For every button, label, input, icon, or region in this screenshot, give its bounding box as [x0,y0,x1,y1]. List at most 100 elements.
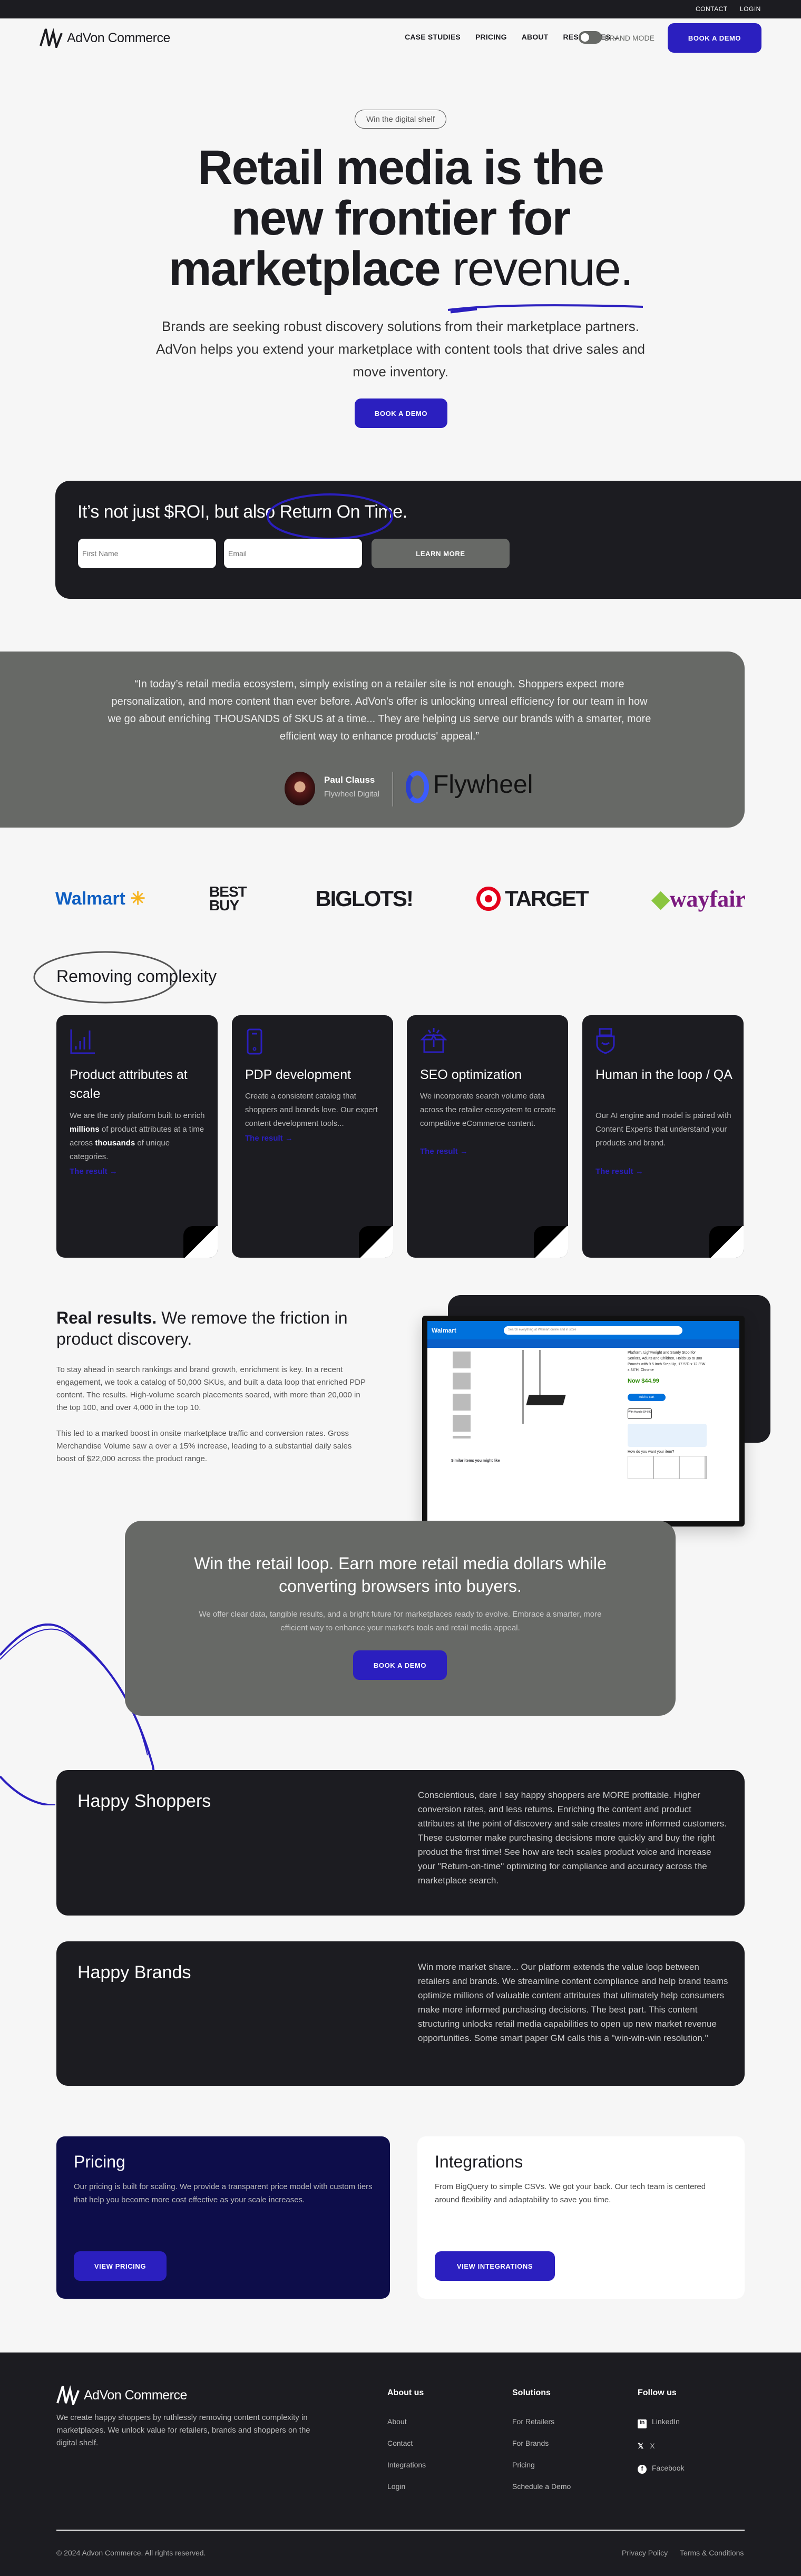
login-link[interactable]: LOGIN [740,5,761,13]
fulfillment-options [628,1456,707,1479]
complexity-title: Removing complexity [56,967,217,986]
brand-name: AdVon Commerce [67,30,170,45]
result-link[interactable]: The result → [245,1134,293,1143]
footer-column-title: Follow us [638,2388,677,2397]
loop-book-demo-button[interactable]: BOOK A DEMO [353,1650,447,1680]
view-integrations-button[interactable]: VIEW INTEGRATIONS [435,2251,555,2281]
footer-link-brands[interactable]: For Brands [512,2439,571,2447]
brand-logo[interactable]: AdVon Commerce [40,28,170,48]
footer-link-contact[interactable]: Contact [387,2439,426,2447]
walmart-header: Walmart Search everything at Walmart onl… [427,1321,739,1339]
nav-pricing[interactable]: PRICING [475,33,507,42]
feature-card: Human in the loop / QA Our AI engine and… [582,1015,744,1258]
main-nav: AdVon Commerce CASE STUDIES PRICING ABOU… [0,18,801,58]
happy-brands-card: Happy Brands Win more market share... Ou… [56,1941,745,2086]
product-price: Now $44.99 [628,1378,659,1384]
footer-link-pricing[interactable]: Pricing [512,2461,571,2469]
pricing-card: Pricing Our pricing is built for scaling… [56,2136,390,2299]
variant-option: With Handle $44.99 [628,1408,652,1419]
footer-logo[interactable]: AdVon Commerce [56,2385,187,2405]
footer-solutions-column: Solutions For Retailers For Brands Prici… [512,2388,571,2504]
terms-link[interactable]: Terms & Conditions [680,2549,744,2557]
card-body: We incorporate search volume data across… [420,1092,556,1128]
feature-card: SEO optimization We incorporate search v… [407,1015,568,1258]
footer-link-login[interactable]: Login [387,2482,426,2491]
card-body: We are the only platform built to enrich… [70,1109,207,1164]
author-company: Flywheel Digital [324,790,380,799]
thumbnail-strip [453,1352,471,1438]
hero-pill: Win the digital shelf [355,110,446,129]
footer-link-x[interactable]: 𝕏X [638,2442,684,2451]
footer-link-integrations[interactable]: Integrations [387,2461,426,2469]
retail-loop-title: Win the retail loop. Earn more retail me… [194,1554,607,1596]
nav-case-studies[interactable]: CASE STUDIES [405,33,461,42]
brand-mode-label: BRAND MODE [604,34,655,42]
pricing-title: Pricing [74,2152,125,2171]
circle-scribble [267,493,393,540]
link-label: LinkedIn [652,2417,680,2426]
footer-link-linkedin[interactable]: in LinkedIn [638,2417,684,2428]
page-curl [359,1226,393,1258]
page-curl [183,1226,218,1258]
avatar [285,772,315,805]
feature-card: PDP development Create a consistent cata… [232,1015,393,1258]
facebook-icon: f [638,2465,647,2474]
footer: AdVon Commerce We create happy shoppers … [0,2353,801,2576]
email-input[interactable] [224,539,362,568]
hero-book-demo-button[interactable]: BOOK A DEMO [355,398,447,428]
headline-line: marketplace revenue. [0,244,801,294]
advon-logo-icon [56,2385,80,2405]
card-body: Our AI engine and model is paired with C… [595,1111,731,1148]
privacy-link[interactable]: Privacy Policy [622,2549,668,2557]
similar-items-title: Similar items you might like [451,1459,500,1463]
first-name-input[interactable] [78,539,216,568]
target-bullseye-icon [476,887,501,911]
hero-headline: Retail media is the new frontier for mar… [0,142,801,294]
footer-link-facebook[interactable]: f Facebook [638,2464,684,2474]
add-to-cart-button: Add to cart [628,1394,666,1401]
results-paragraph: To stay ahead in search rankings and bra… [56,1365,366,1412]
footer-brand-name: AdVon Commerce [84,2387,187,2403]
headline-line: new frontier for [231,191,571,245]
view-pricing-button[interactable]: VIEW PRICING [74,2251,167,2281]
footer-tagline: We create happy shoppers by ruthlessly r… [56,2413,310,2447]
link-label: Facebook [652,2464,685,2472]
footer-column-title: About us [387,2388,424,2397]
brands-body: Win more market share... Our platform ex… [418,1962,728,2043]
shield-person-icon [596,1028,615,1054]
nav-about[interactable]: ABOUT [522,33,549,42]
footer-link-about[interactable]: About [387,2417,426,2426]
shoppers-title: Happy Shoppers [77,1791,211,1811]
headline-line: Retail media is the [198,141,604,195]
card-title: Human in the loop / QA [595,1067,732,1082]
footer-link-retailers[interactable]: For Retailers [512,2417,571,2426]
contact-link[interactable]: CONTACT [696,5,728,13]
results-title: Real results. We remove the friction in … [56,1307,362,1349]
retail-loop-body: We offer clear data, tangible results, a… [199,1610,602,1632]
card-title: Product attributes at scale [70,1067,188,1101]
underline-scribble [447,304,643,314]
learn-more-button[interactable]: LEARN MORE [372,539,510,568]
linkedin-icon: in [638,2419,647,2428]
nav-book-demo-button[interactable]: BOOK A DEMO [668,23,761,53]
retailer-logos: Walmart ✳ BEST BUY BIGLOTS! TARGET ◆wayf… [55,880,746,917]
bestbuy-logo: BEST BUY [209,884,252,913]
result-link[interactable]: The result → [70,1167,118,1176]
footer-link-demo[interactable]: Schedule a Demo [512,2482,571,2491]
signup-title-text: It’s not just $ROI, but also [77,502,280,522]
protection-plan-box [628,1424,707,1447]
headline-highlight: revenue. [452,242,633,296]
x-icon: 𝕏 [638,2442,644,2450]
result-link[interactable]: The result → [595,1167,643,1176]
card-body: Create a consistent catalog that shopper… [245,1092,378,1128]
pricing-body: Our pricing is built for scaling. We pro… [74,2182,373,2204]
result-link[interactable]: The result → [420,1147,468,1156]
wayfair-diamond-icon: ◆ [651,886,670,912]
brand-mode-toggle[interactable] [579,31,602,44]
product-image [522,1350,570,1434]
walmart-logo: Walmart ✳ [55,888,145,909]
bold-text: Real results. [56,1308,157,1327]
signup-band: It’s not just $ROI, but also Return On T… [55,481,801,599]
flywheel-logo-icon [406,771,429,803]
biglots-logo: BIGLOTS! [315,886,414,911]
